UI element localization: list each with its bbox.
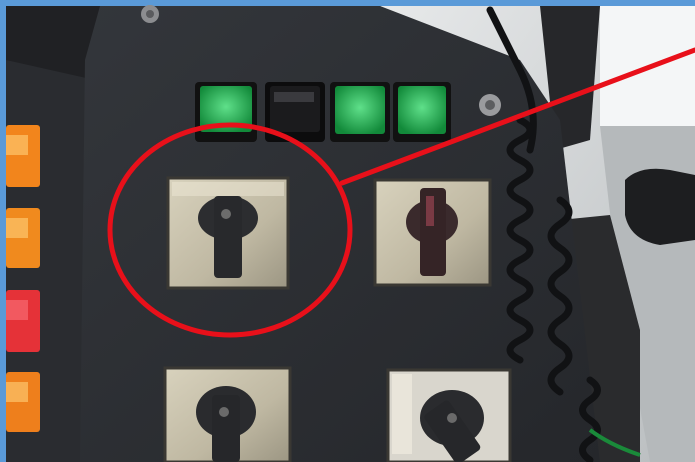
highlighted-rotary-switch: [166, 176, 290, 290]
green-push-button: [335, 86, 385, 134]
control-panel-photo: [0, 0, 695, 462]
rotary-switch-right: [373, 178, 492, 287]
green-push-button: [398, 86, 446, 134]
photo-canvas: [0, 0, 695, 462]
rotary-switch-bottom-right: [386, 368, 512, 462]
right-device: [625, 168, 695, 245]
push-button-row: [195, 82, 451, 142]
indicator-light: [6, 125, 40, 187]
indicator-light: [6, 290, 40, 352]
rotary-switch-bottom-left: [163, 366, 292, 462]
